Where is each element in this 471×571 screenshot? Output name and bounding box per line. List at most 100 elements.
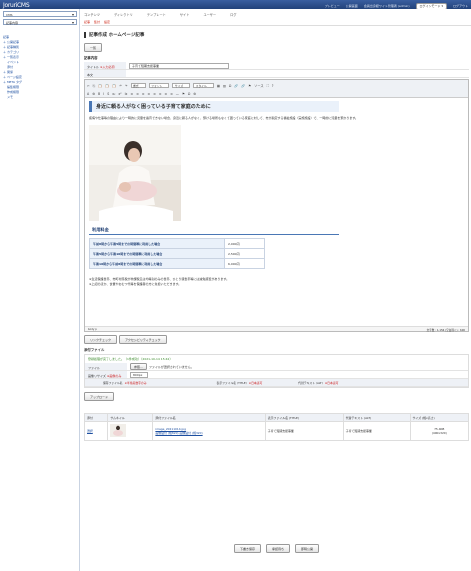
insert-image-links[interactable]: 画像貼付 (幅820) 画像貼付 (幅320) [155,431,202,435]
toolbar-button[interactable]: ⚑ [182,92,185,96]
toolbar-button[interactable]: 📋 [105,84,109,88]
toolbar-button[interactable]: ≡ [159,92,162,96]
toolbar-button[interactable]: Ω [188,92,190,96]
table-row: 午前8時から午後5時までの時間帯に利用した場合 2,000円 [89,238,265,249]
request-approval-button[interactable]: 承認待ち [265,544,290,553]
file-status: ファイルが選択されていません。 [148,364,194,369]
upload-status: 登録処理が完了しました。（1件成功）（2021-10-14 15:42） [88,357,173,361]
filename-row: 保存ファイル名 ※半角英数字のみ 表示ファイル名 (TITLE) ※日本語可 代… [85,379,468,387]
toolbar-button[interactable]: ≡ [142,92,145,96]
tab-template[interactable]: テンプレート [147,12,166,17]
toolbar-row: ✂ ⎘ 📋 📋 📋 ↶ ↷ 書式 フォント サイズ スタイル ▦ ▥ Ω 🔗 🔗 ⚑ ソース ⛶? [87,82,466,89]
toolbar-button[interactable]: S [107,92,109,96]
subtab-article[interactable]: 記事 [84,20,90,24]
content-select[interactable]: 記事内容 [3,19,77,25]
toolbar-button[interactable]: ⚑ [248,84,251,88]
editor-content[interactable]: 身近に頼る人がなく困っている子育て家庭のために 疾病や仕事等の理由により一時的に… [85,98,468,326]
toolbar-button[interactable]: ▦ [217,84,220,88]
toolbar-button[interactable]: x² [118,92,121,96]
toolbar-button[interactable]: ⎘ [93,84,96,88]
preview-link[interactable]: プレビュー [325,4,340,8]
tab-site[interactable]: サイト [180,12,190,17]
title-input[interactable]: 子育て短期支援事業 [129,62,229,69]
logout-link[interactable]: ログアウト [453,4,468,8]
public-link[interactable]: 公開画面 [346,4,358,8]
toolbar-button[interactable]: ? [272,84,274,88]
toolbar-button[interactable]: A [87,92,89,96]
link-check-button[interactable]: リンクチェック [84,335,118,344]
tab-user[interactable]: ユーザー [203,12,216,17]
file-label: ファイル [85,363,127,370]
sidebar-tree: 記事 ＋ 公開記事 ＋ 記事種別 ＋ カテゴリ ＋ 一覧表示 イベント 添付 ＋… [3,35,79,100]
file-title: 子育て短期支援事業 [264,421,344,441]
toolbar-button[interactable]: ≡ [136,92,139,96]
toolbar-button[interactable]: ✂ [87,84,90,88]
subtab-stats[interactable]: 集計 [94,20,100,24]
toolbar-button[interactable]: Ix [125,92,128,96]
toolbar-button[interactable]: — [176,92,179,96]
toolbar-button[interactable]: 🔗 [241,84,245,88]
sidebar: CMS 記事内容 記事 ＋ 公開記事 ＋ 記事種別 ＋ カテゴリ ＋ 一覧表示 … [0,9,80,571]
toolbar-button[interactable]: フォント [148,83,170,88]
section-heading: 記事内容 [84,56,98,60]
app-logo: JoruriCMS [3,2,30,9]
toolbar-button[interactable]: 📋 [98,84,102,88]
upload-button[interactable]: アップロード [84,392,115,401]
file-dimensions: (400x320) [431,431,447,435]
resize-select[interactable]: 800px [130,371,149,378]
tab-directory[interactable]: ディレクトリ [114,12,133,17]
title-row: タイトル ※入力必須 子育て短期支援事業 [84,62,469,70]
toolbar-button[interactable]: ↶ [119,84,122,88]
toolbar-button[interactable]: ≡ [153,92,156,96]
toolbar-button[interactable]: 📋 [112,84,116,88]
toolbar-button[interactable]: ▥ [223,84,226,88]
file-alt: 子育て短期支援事業 [342,421,411,441]
accessibility-check-button[interactable]: アクセシビリティチェック [119,335,167,344]
toolbar-button[interactable]: ≡ [170,92,173,96]
toolbar-button[interactable]: ⛶ [267,84,269,88]
resize-label: 画像リサイズ ※画像のみ [85,371,127,378]
toolbar-button[interactable]: 🔗 [234,84,238,88]
tree-item[interactable]: メモ [3,95,79,100]
fee-heading: 利用料金 [89,226,339,235]
tab-contents[interactable]: コンテンツ [84,12,100,17]
file-row: ファイル 参照... ファイルが選択されていません。 [85,363,468,371]
toolbar-button[interactable]: サイズ [172,83,191,88]
toolbar-button[interactable]: I [103,92,104,96]
toolbar-row: A ⚙ B I Sx₂ x² Ix ≡ ≡ ≡ ≡ ≡ ≡ ≡ ≡ — ⚑ Ω ⚙ [87,90,466,97]
save-name-hint: ※半角英数字のみ [124,380,147,385]
toolbar-button[interactable]: ⚙ [92,92,95,96]
toolbar-button[interactable]: B [98,92,100,96]
title-name-label: 表示ファイル名 (TITLE) [216,380,247,385]
back-to-list-button[interactable]: 一覧 [84,43,103,52]
toolbar-button[interactable]: x₂ [112,92,115,96]
toolbar-button[interactable]: スタイル [193,83,214,88]
char-count: 文字数 : 1,156 (空白除く) : 600 [426,328,465,332]
save-draft-button[interactable]: 下書き保存 [233,544,261,553]
attachments-table: 添付 サムネイル 添付ファイル名 表示ファイル名 (TITLE) 代替テキスト … [83,413,470,441]
save-name-label: 保存ファイル名 [103,380,123,385]
editor-toolbar: ✂ ⎘ 📋 📋 📋 ↶ ↷ 書式 フォント サイズ スタイル ▦ ▥ Ω 🔗 🔗 ⚑ ソース ⛶? A ⚙ B I Sx₂ x… [85,80,468,98]
toolbar-button[interactable]: ⚙ [193,92,196,96]
page-title: 記事作成 ホームページ記事 [84,32,469,38]
tab-log[interactable]: ログ [230,12,236,17]
alt-name-hint: ※日本語可 [324,380,339,385]
toolbar-button[interactable]: ↷ [125,84,128,88]
toolbar-button[interactable]: Ω [229,84,231,88]
rich-text-editor[interactable]: ✂ ⎘ 📋 📋 📋 ↶ ↷ 書式 フォント サイズ スタイル ▦ ▥ Ω 🔗 🔗 ⚑ ソース ⛶? A ⚙ B I Sx₂ x… [84,79,469,332]
subtab-settings[interactable]: 設定 [104,20,110,24]
thumbnail-image [110,424,127,437]
publish-now-button[interactable]: 即時公開 [295,544,320,553]
toolbar-button[interactable]: ≡ [164,92,167,96]
table-header: 添付 サムネイル 添付ファイル名 表示ファイル名 (TITLE) 代替テキスト … [83,413,470,422]
select-link[interactable]: 選択 [87,429,93,433]
site-select[interactable]: CMS [3,11,77,17]
toolbar-button[interactable]: ソース [254,83,263,88]
toolbar-button[interactable]: ≡ [130,92,133,96]
toolbar-button[interactable]: ≡ [147,92,150,96]
table-row: 選択 image_20211014.jpg 画像貼付 (幅820) 画像貼付 (… [83,421,470,441]
article-heading: 身近に頼る人がなく困っている子育て家庭のために [89,101,339,112]
attachments-heading: 添付ファイル [84,348,105,352]
browse-button[interactable]: 参照... [130,363,147,370]
toolbar-button[interactable]: 書式 [130,83,146,88]
